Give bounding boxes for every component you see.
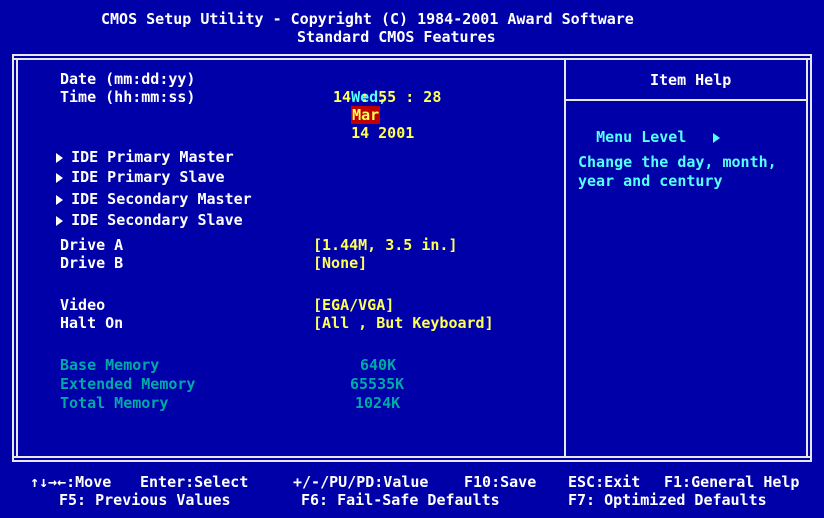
drive-b-value[interactable]: [None] — [313, 254, 367, 272]
help-text-line2: year and century — [578, 172, 723, 190]
header-title: CMOS Setup Utility - Copyright (C) 1984-… — [101, 10, 634, 28]
footer-esc: ESC:Exit — [568, 473, 641, 491]
drive-a-value[interactable]: [1.44M, 3.5 in.] — [313, 236, 458, 254]
halt-on-value[interactable]: [All , But Keyboard] — [313, 314, 494, 332]
footer-move: ↑↓→←:Move — [30, 473, 112, 491]
menu-level-label: Menu Level — [596, 128, 687, 146]
halt-on-label: Halt On — [60, 314, 124, 332]
date-month[interactable]: Mar — [351, 106, 381, 124]
footer-value: +/-/PU/PD:Value — [293, 473, 429, 491]
footer-help: F1:General Help — [664, 473, 800, 491]
video-label: Video — [60, 296, 106, 314]
total-memory-label: Total Memory — [60, 394, 169, 412]
total-memory-value: 1024K — [355, 394, 401, 412]
help-text-line1: Change the day, month, — [578, 153, 777, 171]
date-value[interactable]: Wed, Mar 14 2001 — [333, 70, 414, 142]
base-memory-value: 640K — [360, 356, 397, 374]
footer-enter: Enter:Select — [140, 473, 249, 491]
footer-f5: F5: Previous Values — [59, 491, 231, 509]
footer-save: F10:Save — [464, 473, 537, 491]
date-dayyear[interactable]: 14 2001 — [351, 124, 414, 142]
footer-f6: F6: Fail-Safe Defaults — [301, 491, 500, 509]
submenu-arrow-icon — [56, 215, 64, 226]
header-subtitle: Standard CMOS Features — [297, 28, 496, 46]
menu-level: Menu Level — [578, 110, 721, 146]
base-memory-label: Base Memory — [60, 356, 160, 374]
drive-a-label: Drive A — [60, 236, 124, 254]
item-help-title: Item Help — [650, 71, 732, 89]
video-value[interactable]: [EGA/VGA] — [313, 296, 394, 314]
date-label: Date (mm:dd:yy) — [60, 70, 196, 88]
ide-label: IDE Secondary Slave — [71, 211, 243, 229]
time-value[interactable]: 14 : 55 : 28 — [333, 88, 441, 106]
extended-memory-label: Extended Memory — [60, 375, 196, 393]
drive-b-label: Drive B — [60, 254, 124, 272]
menu-level-arrow-icon — [713, 132, 721, 143]
extended-memory-value: 65535K — [350, 375, 405, 393]
ide-secondary-slave[interactable]: IDE Secondary Slave — [38, 193, 243, 229]
footer-f7: F7: Optimized Defaults — [568, 491, 767, 509]
time-label: Time (hh:mm:ss) — [60, 88, 196, 106]
